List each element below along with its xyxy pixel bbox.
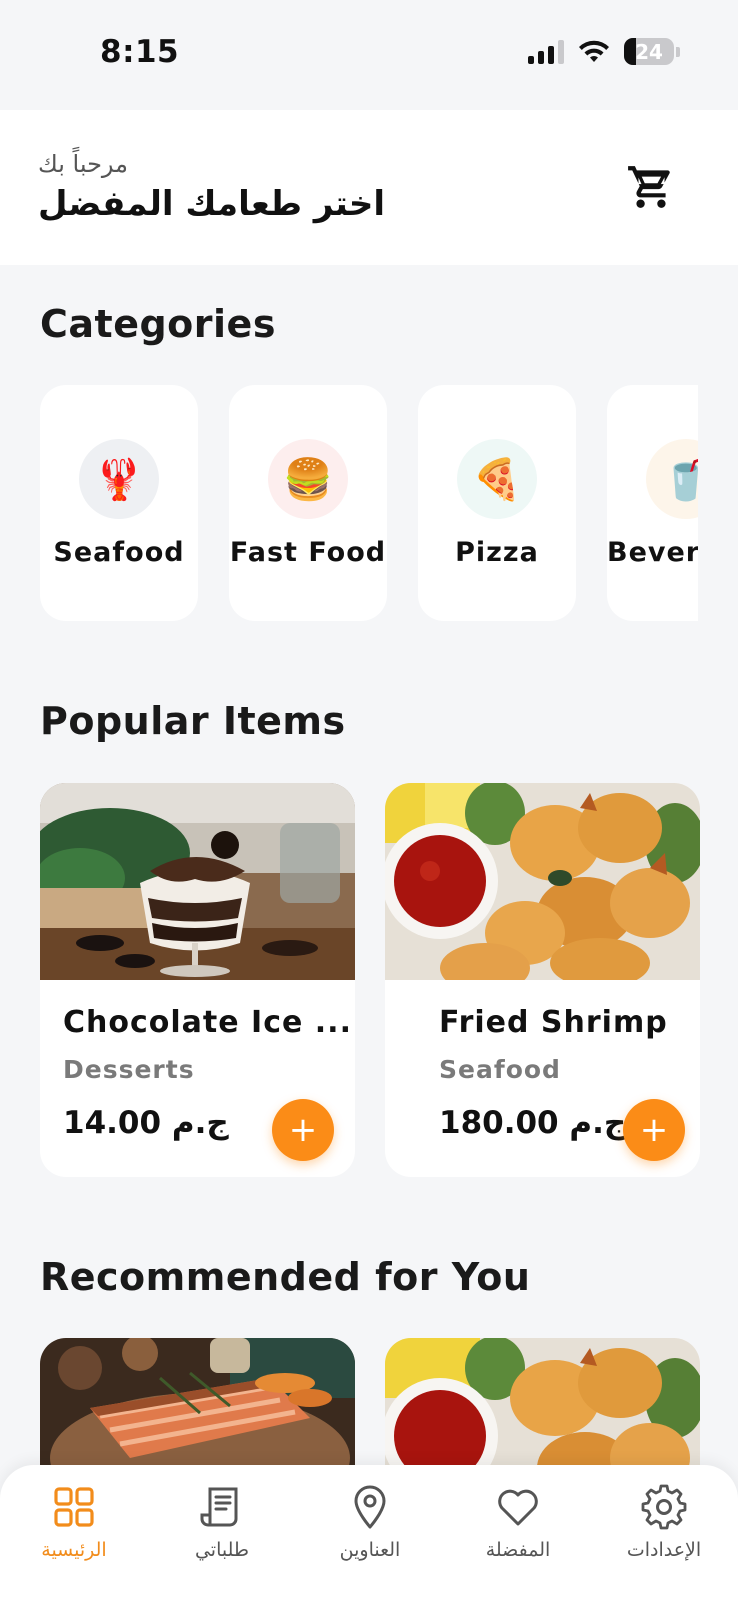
item-category: Seafood <box>439 1055 561 1084</box>
category-card-seafood[interactable]: 🦞 Seafood <box>40 385 198 621</box>
nav-item-home[interactable]: الرئيسية <box>0 1477 148 1577</box>
nav-label: الإعدادات <box>626 1539 702 1561</box>
nav-item-settings[interactable]: الإعدادات <box>590 1477 738 1577</box>
recommended-item-card[interactable] <box>40 1338 355 1478</box>
grid-icon <box>54 1487 94 1527</box>
item-image-fried-shrimp <box>385 783 700 980</box>
receipt-icon <box>200 1487 238 1527</box>
status-icons: 24 <box>528 38 680 65</box>
category-card-beverages[interactable]: 🥤 Beverages <box>607 385 698 621</box>
categories-title: Categories <box>40 302 276 346</box>
bottom-navigation: الرئيسية طلباتي العناوين المفضلة الإعداد… <box>0 1465 738 1600</box>
drink-icon: 🥤 <box>646 439 698 519</box>
greeting-text: مرحباً بك <box>38 150 129 178</box>
nav-item-orders[interactable]: طلباتي <box>148 1477 296 1577</box>
greeting-block: مرحباً بك اختر طعامك المفضل <box>38 150 385 224</box>
item-image-salmon <box>40 1338 355 1478</box>
add-to-cart-button[interactable]: + <box>623 1099 685 1161</box>
status-bar: 8:15 24 <box>0 0 738 110</box>
item-category: Desserts <box>63 1055 195 1084</box>
add-to-cart-button[interactable]: + <box>272 1099 334 1161</box>
category-label: Seafood <box>53 537 185 568</box>
category-label: Pizza <box>455 537 539 568</box>
item-price: 14.00 ج.م <box>63 1105 229 1141</box>
wifi-icon <box>579 40 609 62</box>
category-card-pizza[interactable]: 🍕 Pizza <box>418 385 576 621</box>
item-name: Fried Shrimp <box>439 1005 668 1040</box>
battery-level: 24 <box>635 39 663 64</box>
recommended-title: Recommended for You <box>40 1255 531 1299</box>
plus-icon: + <box>288 1110 318 1150</box>
nav-label: طلباتي <box>194 1539 250 1561</box>
popular-items-title: Popular Items <box>40 699 346 743</box>
item-image-fried-shrimp <box>385 1338 700 1478</box>
plus-icon: + <box>639 1110 669 1150</box>
status-time: 8:15 <box>100 34 180 70</box>
lobster-icon: 🦞 <box>79 439 159 519</box>
nav-item-favorites[interactable]: المفضلة <box>444 1477 592 1577</box>
popular-item-card[interactable]: Chocolate Ice ... Desserts 14.00 ج.م + <box>40 783 355 1177</box>
category-label: Beverages <box>607 537 698 568</box>
heart-icon <box>498 1489 538 1526</box>
nav-label: العناوين <box>339 1539 401 1561</box>
battery-icon: 24 <box>624 38 674 65</box>
popular-item-card[interactable]: Fried Shrimp Seafood 180.00 ج.م + <box>385 783 700 1177</box>
item-image-chocolate-ice-cream <box>40 783 355 980</box>
header-headline: اختر طعامك المفضل <box>38 184 386 224</box>
cart-icon[interactable] <box>626 162 676 212</box>
gear-icon <box>641 1484 687 1530</box>
categories-carousel[interactable]: 🦞 Seafood 🍔 Fast Food 🍕 Pizza 🥤 Beverage… <box>40 385 698 623</box>
pizza-icon: 🍕 <box>457 439 537 519</box>
app-header: مرحباً بك اختر طعامك المفضل <box>0 110 738 265</box>
recommended-item-card[interactable] <box>385 1338 700 1478</box>
nav-item-addresses[interactable]: العناوين <box>296 1477 444 1577</box>
location-pin-icon <box>354 1485 386 1529</box>
nav-label: الرئيسية <box>41 1539 107 1561</box>
nav-label: المفضلة <box>485 1539 551 1561</box>
item-price: 180.00 ج.م <box>439 1105 627 1141</box>
item-name: Chocolate Ice ... <box>63 1005 352 1040</box>
category-label: Fast Food <box>229 537 387 568</box>
cellular-signal-icon <box>528 39 564 64</box>
category-card-fast-food[interactable]: 🍔 Fast Food <box>229 385 387 621</box>
burger-icon: 🍔 <box>268 439 348 519</box>
